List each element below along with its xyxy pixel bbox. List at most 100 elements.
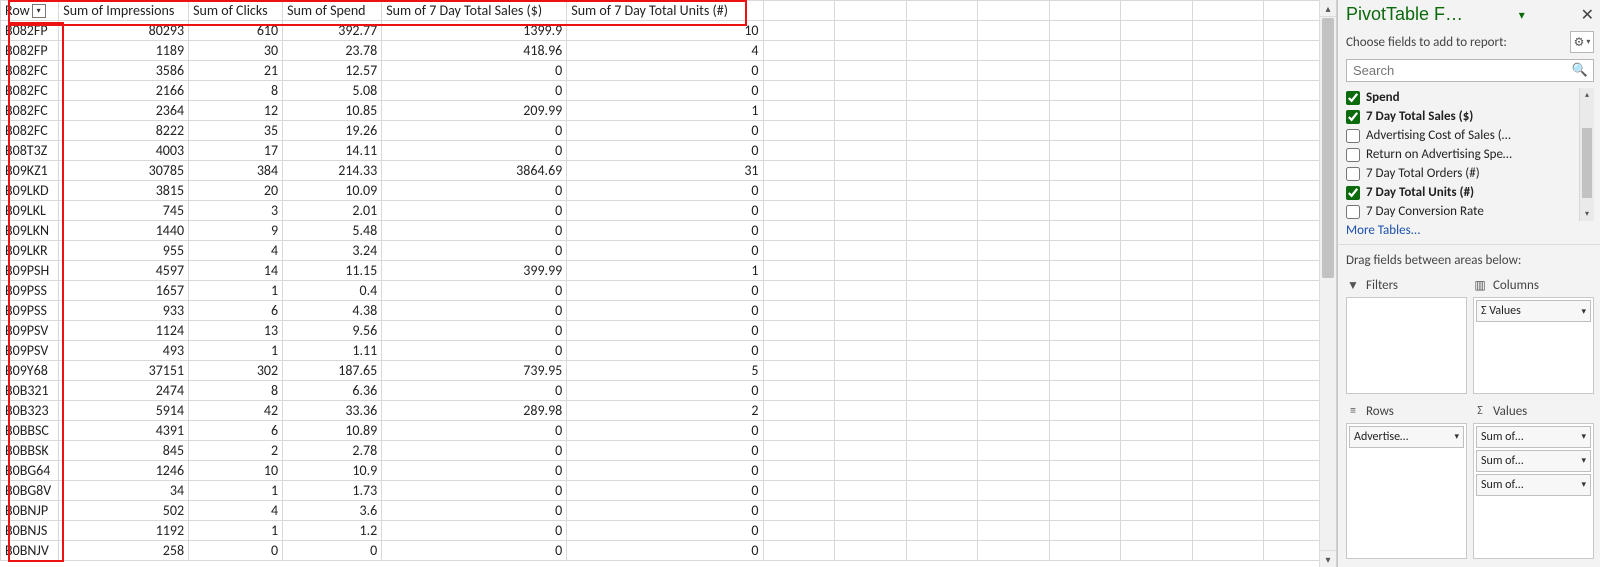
cell-clicks[interactable]: 610 xyxy=(189,21,283,41)
blank-cell[interactable] xyxy=(906,521,978,541)
cell-impressions[interactable]: 933 xyxy=(59,301,189,321)
cell-spend[interactable]: 10.89 xyxy=(283,421,382,441)
table-row[interactable]: B0BNJV2580000 xyxy=(1,541,1336,561)
blank-cell[interactable] xyxy=(1049,261,1121,281)
row-label-cell[interactable]: B082FC xyxy=(1,61,59,81)
cell-impressions[interactable]: 1189 xyxy=(59,41,189,61)
cell-impressions[interactable]: 3586 xyxy=(59,61,189,81)
cell-spend[interactable]: 3.24 xyxy=(283,241,382,261)
cell-units[interactable]: 2 xyxy=(567,401,763,421)
blank-cell[interactable] xyxy=(835,541,907,561)
blank-cell[interactable] xyxy=(906,61,978,81)
blank-cell[interactable] xyxy=(835,321,907,341)
panel-gear-icon[interactable]: ⚙▾ xyxy=(1570,31,1594,53)
blank-cell[interactable] xyxy=(906,301,978,321)
cell-sales[interactable]: 1399.9 xyxy=(382,21,567,41)
blank-cell[interactable] xyxy=(835,181,907,201)
cell-spend[interactable]: 5.48 xyxy=(283,221,382,241)
cell-impressions[interactable]: 2166 xyxy=(59,81,189,101)
blank-header[interactable] xyxy=(835,1,907,21)
blank-cell[interactable] xyxy=(1192,321,1264,341)
blank-cell[interactable] xyxy=(906,441,978,461)
blank-cell[interactable] xyxy=(978,41,1050,61)
cell-impressions[interactable]: 1124 xyxy=(59,321,189,341)
blank-cell[interactable] xyxy=(1192,61,1264,81)
blank-cell[interactable] xyxy=(906,401,978,421)
row-label-cell[interactable]: B09PSH xyxy=(1,261,59,281)
blank-cell[interactable] xyxy=(1049,121,1121,141)
blank-cell[interactable] xyxy=(835,341,907,361)
blank-cell[interactable] xyxy=(1049,461,1121,481)
table-row[interactable]: B09LKD38152010.0900 xyxy=(1,181,1336,201)
cell-units[interactable]: 0 xyxy=(567,241,763,261)
table-row[interactable]: B082FC23641210.85209.991 xyxy=(1,101,1336,121)
table-row[interactable]: B09Y6837151302187.65739.955 xyxy=(1,361,1336,381)
field-checkbox[interactable] xyxy=(1346,91,1360,105)
area-rows-box[interactable]: Advertise…▾ xyxy=(1346,423,1467,560)
cell-units[interactable]: 0 xyxy=(567,61,763,81)
blank-cell[interactable] xyxy=(906,381,978,401)
blank-cell[interactable] xyxy=(978,201,1050,221)
blank-cell[interactable] xyxy=(835,41,907,61)
blank-header[interactable] xyxy=(1121,1,1193,21)
field-item[interactable]: Return on Advertising Spe… xyxy=(1346,145,1594,164)
cell-sales[interactable]: 0 xyxy=(382,341,567,361)
cell-sales[interactable]: 0 xyxy=(382,481,567,501)
blank-cell[interactable] xyxy=(835,221,907,241)
blank-cell[interactable] xyxy=(906,221,978,241)
blank-cell[interactable] xyxy=(1049,101,1121,121)
blank-cell[interactable] xyxy=(1049,421,1121,441)
blank-cell[interactable] xyxy=(1049,161,1121,181)
blank-cell[interactable] xyxy=(978,221,1050,241)
table-row[interactable]: B09LKN144095.4800 xyxy=(1,221,1336,241)
blank-cell[interactable] xyxy=(906,541,978,561)
cell-clicks[interactable]: 6 xyxy=(189,421,283,441)
cell-units[interactable]: 0 xyxy=(567,441,763,461)
cell-spend[interactable]: 187.65 xyxy=(283,361,382,381)
cell-spend[interactable]: 1.11 xyxy=(283,341,382,361)
table-row[interactable]: B09PSS93364.3800 xyxy=(1,301,1336,321)
blank-cell[interactable] xyxy=(978,81,1050,101)
blank-cell[interactable] xyxy=(835,61,907,81)
cell-sales[interactable]: 418.96 xyxy=(382,41,567,61)
table-row[interactable]: B09KZ130785384214.333864.6931 xyxy=(1,161,1336,181)
row-labels-dropdown-icon[interactable]: ▾ xyxy=(32,4,46,18)
cell-clicks[interactable]: 17 xyxy=(189,141,283,161)
field-checkbox[interactable] xyxy=(1346,186,1360,200)
blank-cell[interactable] xyxy=(1121,61,1193,81)
table-row[interactable]: B09LKL74532.0100 xyxy=(1,201,1336,221)
blank-cell[interactable] xyxy=(763,401,835,421)
cell-impressions[interactable]: 1440 xyxy=(59,221,189,241)
area-filters-box[interactable] xyxy=(1346,297,1467,394)
blank-cell[interactable] xyxy=(835,361,907,381)
header-clicks[interactable]: Sum of Clicks xyxy=(189,1,283,21)
cell-units[interactable]: 0 xyxy=(567,481,763,501)
cell-sales[interactable]: 0 xyxy=(382,501,567,521)
table-row[interactable]: B082FP80293610392.771399.910 xyxy=(1,21,1336,41)
cell-units[interactable]: 0 xyxy=(567,301,763,321)
area-values-box[interactable]: Sum of…▾ Sum of…▾ Sum of…▾ xyxy=(1473,423,1594,560)
cell-units[interactable]: 10 xyxy=(567,21,763,41)
blank-cell[interactable] xyxy=(763,281,835,301)
blank-cell[interactable] xyxy=(1192,421,1264,441)
more-tables-link[interactable]: More Tables... xyxy=(1346,221,1594,244)
row-label-cell[interactable]: B082FC xyxy=(1,81,59,101)
row-label-cell[interactable]: B0B323 xyxy=(1,401,59,421)
row-label-cell[interactable]: B0BG64 xyxy=(1,461,59,481)
cell-impressions[interactable]: 1246 xyxy=(59,461,189,481)
cell-units[interactable]: 0 xyxy=(567,221,763,241)
cell-units[interactable]: 0 xyxy=(567,321,763,341)
blank-cell[interactable] xyxy=(978,121,1050,141)
blank-cell[interactable] xyxy=(763,261,835,281)
blank-cell[interactable] xyxy=(763,61,835,81)
blank-cell[interactable] xyxy=(763,161,835,181)
blank-cell[interactable] xyxy=(906,461,978,481)
blank-cell[interactable] xyxy=(1049,181,1121,201)
values-pill-2[interactable]: Sum of…▾ xyxy=(1476,450,1591,472)
blank-cell[interactable] xyxy=(763,381,835,401)
cell-sales[interactable]: 0 xyxy=(382,521,567,541)
blank-cell[interactable] xyxy=(1192,21,1264,41)
cell-units[interactable]: 0 xyxy=(567,341,763,361)
blank-cell[interactable] xyxy=(1121,221,1193,241)
blank-cell[interactable] xyxy=(763,41,835,61)
